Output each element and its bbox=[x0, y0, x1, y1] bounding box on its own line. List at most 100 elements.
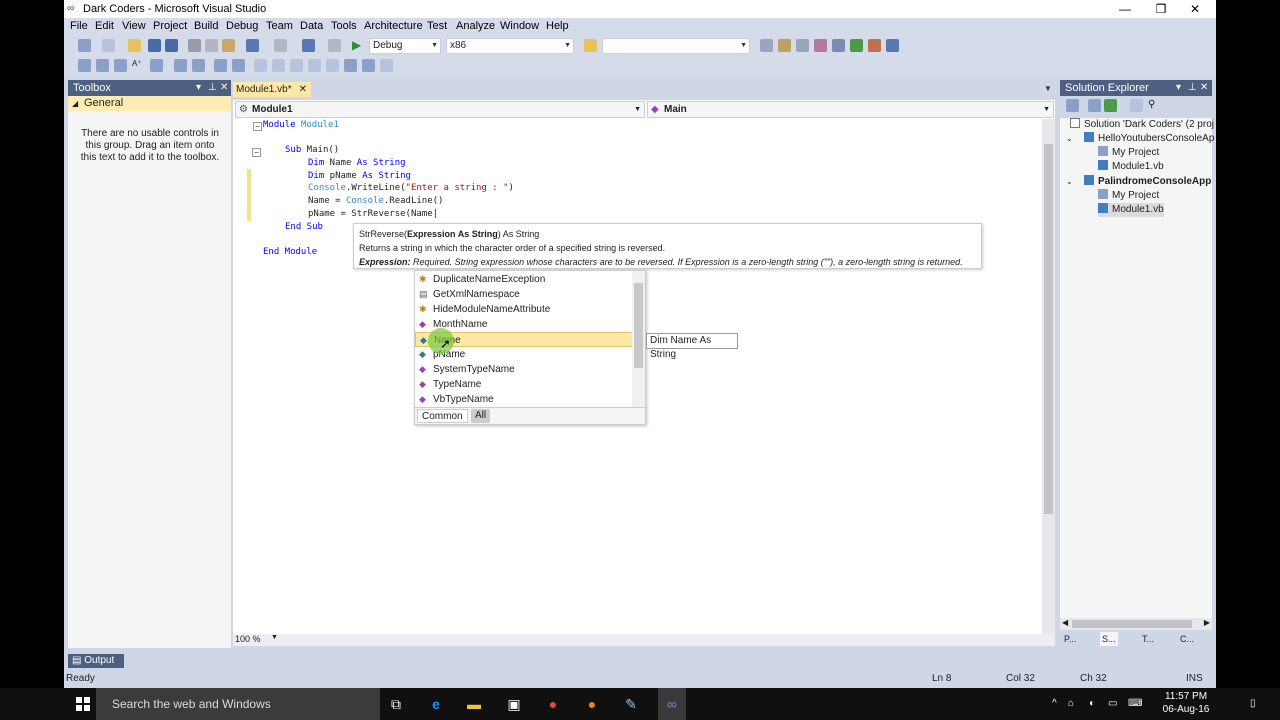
close-button[interactable]: ✕ bbox=[1180, 1, 1210, 17]
types-dropdown[interactable]: ⚙ Module1 ▼ bbox=[235, 101, 645, 118]
minimize-button[interactable]: — bbox=[1110, 1, 1140, 17]
tab-team-explorer[interactable]: T... bbox=[1140, 632, 1156, 646]
chrome-icon[interactable]: ● bbox=[543, 694, 563, 714]
class-view-icon[interactable] bbox=[814, 39, 827, 52]
menu-file[interactable]: File bbox=[70, 20, 88, 32]
completion-item[interactable]: ▤ GetXmlNamespace bbox=[415, 287, 633, 302]
output-window-tab[interactable]: ▤ Output bbox=[68, 654, 124, 668]
tab-properties[interactable]: P... bbox=[1062, 632, 1078, 646]
pin-icon[interactable]: ⊥ bbox=[208, 80, 217, 96]
completion-item[interactable]: ✱ HideModuleNameAttribute bbox=[415, 302, 633, 317]
clear-bookmarks-icon[interactable] bbox=[380, 59, 393, 72]
editor-vertical-scrollbar[interactable] bbox=[1042, 119, 1055, 634]
find-in-files-icon[interactable] bbox=[584, 39, 597, 52]
collapse-module-icon[interactable]: − bbox=[253, 122, 262, 131]
bookmark-icon[interactable] bbox=[254, 59, 267, 72]
extension-manager-icon[interactable] bbox=[868, 39, 881, 52]
close-icon[interactable]: ✕ bbox=[220, 80, 228, 96]
firefox-icon[interactable]: ● bbox=[582, 694, 602, 714]
find-combo[interactable]: ▼ bbox=[602, 38, 750, 54]
notifications-icon[interactable]: ▯ bbox=[1250, 688, 1256, 720]
maximize-button[interactable]: ❐ bbox=[1146, 1, 1176, 17]
file-node-selected[interactable]: Module1.vb bbox=[1098, 203, 1164, 217]
completion-tab-common[interactable]: Common bbox=[417, 409, 468, 423]
increase-indent-icon[interactable] bbox=[192, 59, 205, 72]
tab-solution-explorer[interactable]: S... bbox=[1100, 632, 1118, 646]
zoom-dropdown-icon[interactable]: ▼ bbox=[271, 634, 278, 641]
solution-configuration-dropdown[interactable]: Debug ▼ bbox=[369, 38, 441, 54]
startup-project-node[interactable]: PalindromeConsoleApp bbox=[1084, 175, 1211, 189]
paste-icon[interactable] bbox=[222, 39, 235, 52]
uncomment-icon[interactable] bbox=[232, 59, 245, 72]
properties-icon[interactable] bbox=[778, 39, 791, 52]
display-object-member-list-icon[interactable] bbox=[78, 59, 91, 72]
menu-analyze[interactable]: Analyze bbox=[456, 20, 495, 32]
menu-data[interactable]: Data bbox=[300, 20, 323, 32]
scroll-right-icon[interactable]: ▶ bbox=[1204, 618, 1210, 627]
complete-word-icon[interactable]: A⁺ bbox=[132, 59, 145, 72]
show-all-files-icon[interactable] bbox=[1088, 99, 1101, 112]
save-all-icon[interactable] bbox=[165, 39, 178, 52]
menu-edit[interactable]: Edit bbox=[95, 20, 114, 32]
tab-module1-vb[interactable]: Module1.vb* ✕ bbox=[233, 82, 311, 97]
menu-view[interactable]: View bbox=[122, 20, 146, 32]
completion-item[interactable]: ◆ SystemTypeName bbox=[415, 362, 633, 377]
show-hidden-icons-icon[interactable]: ^ bbox=[1052, 688, 1057, 720]
open-file-icon[interactable] bbox=[128, 39, 141, 52]
start-page-icon[interactable] bbox=[850, 39, 863, 52]
scrollbar-thumb[interactable] bbox=[1044, 144, 1053, 514]
completion-item[interactable]: ✱ DuplicateNameException bbox=[415, 272, 633, 287]
completion-item[interactable]: ◆ VbTypeName bbox=[415, 392, 633, 407]
task-view-icon[interactable]: ⧉ bbox=[386, 694, 406, 714]
project-node[interactable]: HelloYoutubersConsoleAp bbox=[1084, 132, 1214, 146]
previous-bookmark-icon[interactable] bbox=[272, 59, 285, 72]
solution-explorer-icon[interactable] bbox=[760, 39, 773, 52]
completion-tab-all[interactable]: All bbox=[471, 409, 491, 423]
taskbar-clock[interactable]: 11:57 PM 06-Aug-16 bbox=[1156, 690, 1216, 716]
zoom-level[interactable]: 100 % bbox=[235, 634, 261, 644]
copy-icon[interactable] bbox=[205, 39, 218, 52]
pin-icon[interactable]: ⊥ bbox=[1188, 80, 1197, 96]
scroll-left-icon[interactable]: ◀ bbox=[1062, 618, 1068, 627]
visual-studio-taskbar-icon[interactable]: ∞ bbox=[658, 688, 686, 720]
my-project-node[interactable]: My Project bbox=[1098, 189, 1159, 203]
menu-window[interactable]: Window bbox=[500, 20, 539, 32]
scrollbar-thumb[interactable] bbox=[634, 283, 643, 368]
my-project-node[interactable]: My Project bbox=[1098, 146, 1159, 160]
taskbar-search-box[interactable]: Search the web and Windows bbox=[96, 688, 380, 720]
windows-start-button[interactable] bbox=[76, 697, 90, 711]
menu-debug[interactable]: Debug bbox=[226, 20, 258, 32]
menu-team[interactable]: Team bbox=[266, 20, 293, 32]
redo-icon[interactable] bbox=[274, 39, 287, 52]
object-browser-icon[interactable] bbox=[796, 39, 809, 52]
keyboard-icon[interactable]: ⌨ bbox=[1128, 688, 1142, 720]
dropdown-icon[interactable]: ▾ bbox=[1176, 80, 1181, 96]
next-bookmark-icon[interactable] bbox=[290, 59, 303, 72]
action-center-icon[interactable]: ▭ bbox=[1108, 688, 1117, 720]
view-class-diagram-icon[interactable]: ⚲ bbox=[1148, 99, 1161, 112]
toolbox-group-general[interactable]: ◢ General bbox=[68, 96, 231, 111]
previous-bookmark-in-folder-icon[interactable] bbox=[308, 59, 321, 72]
menu-build[interactable]: Build bbox=[194, 20, 218, 32]
command-window-icon[interactable] bbox=[886, 39, 899, 52]
menu-tools[interactable]: Tools bbox=[331, 20, 357, 32]
toolbox-icon[interactable] bbox=[832, 39, 845, 52]
decrease-indent-icon[interactable] bbox=[174, 59, 187, 72]
undo-icon[interactable] bbox=[246, 39, 259, 52]
refresh-icon[interactable] bbox=[1104, 99, 1117, 112]
tab-overflow-icon[interactable]: ▼ bbox=[1044, 84, 1052, 93]
collapse-sub-icon[interactable]: − bbox=[252, 148, 261, 157]
menu-help[interactable]: Help bbox=[546, 20, 569, 32]
tab-class-view[interactable]: C... bbox=[1178, 632, 1196, 646]
completion-item[interactable]: ◆ TypeName bbox=[415, 377, 633, 392]
close-tab-icon[interactable]: ✕ bbox=[299, 82, 307, 97]
navigate-backward-icon[interactable] bbox=[302, 39, 315, 52]
add-item-icon[interactable] bbox=[102, 39, 115, 52]
collapse-arrow-icon[interactable]: ⌄ bbox=[1066, 177, 1073, 186]
cut-icon[interactable] bbox=[188, 39, 201, 52]
start-debugging-icon[interactable]: ▶ bbox=[352, 39, 365, 52]
store-icon[interactable]: ▣ bbox=[504, 694, 524, 714]
volume-icon[interactable]: ◖ bbox=[1088, 688, 1094, 720]
members-dropdown[interactable]: ◆ Main ▼ bbox=[647, 101, 1054, 118]
menu-architecture[interactable]: Architecture bbox=[364, 20, 423, 32]
